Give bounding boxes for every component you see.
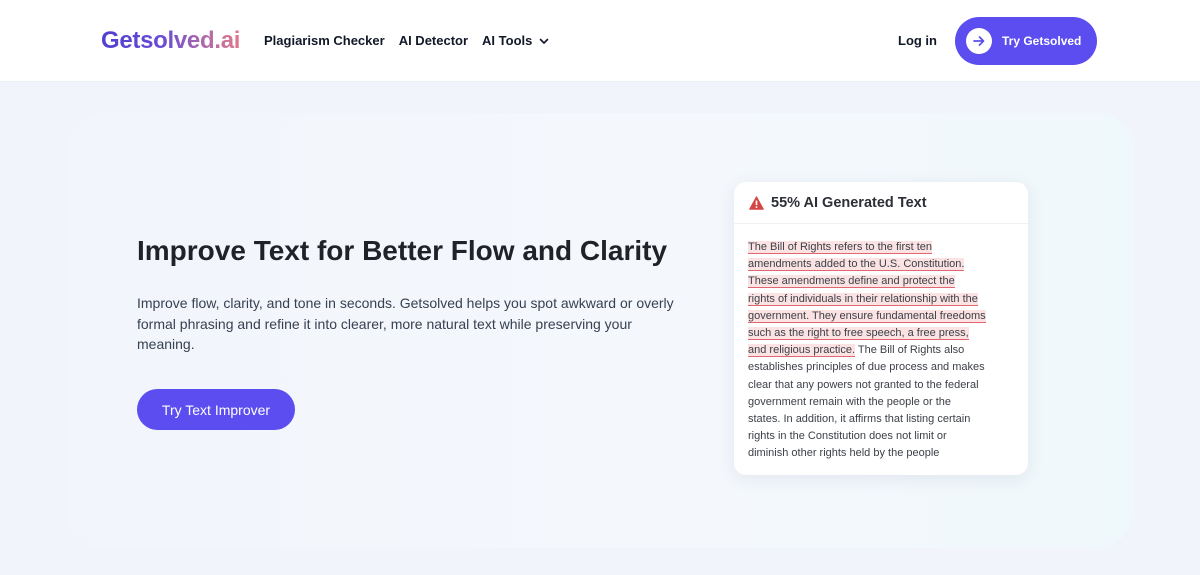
plain-text-line: establishes principles of due process an… <box>748 361 985 374</box>
login-link[interactable]: Log in <box>898 33 937 49</box>
card-header: 55% AI Generated Text <box>734 182 1028 224</box>
try-getsolved-label: Try Getsolved <box>1002 34 1082 48</box>
top-navbar: Getsolved.ai Plagiarism Checker AI Detec… <box>0 0 1200 82</box>
arrow-circle <box>966 28 992 54</box>
nav-ai-tools-dropdown[interactable]: AI Tools <box>482 33 550 49</box>
warning-icon <box>749 195 764 210</box>
chevron-down-icon <box>540 38 549 44</box>
plain-text-line: government remain with the people or the <box>748 395 952 408</box>
nav-link-ai-detector[interactable]: AI Detector <box>399 33 468 49</box>
ai-score-title: 55% AI Generated Text <box>771 194 927 211</box>
analyzed-text: The Bill of Rights refers to the first t… <box>748 239 1020 463</box>
nav-ai-tools-label: AI Tools <box>482 33 533 48</box>
try-getsolved-button[interactable]: Try Getsolved <box>955 17 1097 65</box>
plain-text-line: diminish other rights held by the people <box>748 447 940 460</box>
ai-highlight-line: The Bill of Rights refers to the first t… <box>748 241 933 254</box>
try-text-improver-button[interactable]: Try Text Improver <box>137 389 295 430</box>
nav-link-plagiarism-checker[interactable]: Plagiarism Checker <box>264 33 385 49</box>
hero-title: Improve Text for Better Flow and Clarity <box>137 235 668 266</box>
ai-detection-card: 55% AI Generated Text The Bill of Rights… <box>734 182 1028 475</box>
ai-highlight-line: These amendments define and protect the <box>748 275 955 289</box>
logo[interactable]: Getsolved.ai <box>101 27 240 55</box>
ai-highlight-line: amendments added to the U.S. Constitutio… <box>748 258 965 272</box>
nav-links: Plagiarism Checker AI Detector AI Tools <box>264 33 550 49</box>
ai-highlight-line: such as the right to free speech, a free… <box>748 327 969 341</box>
plain-text: The Bill of Rights also <box>855 344 965 357</box>
arrow-right-icon <box>973 36 985 46</box>
plain-text-line: states. In addition, it affirms that lis… <box>748 413 971 426</box>
ai-highlight-line: and religious practice. <box>748 344 856 358</box>
plain-text-line: clear that any powers not granted to the… <box>748 378 979 391</box>
hero-description: Improve flow, clarity, and tone in secon… <box>137 295 674 352</box>
ai-highlight-line: government. They ensure fundamental free… <box>748 309 986 323</box>
ai-highlight-line: rights of individuals in their relations… <box>748 292 978 306</box>
plain-text-line: rights in the Constitution does not limi… <box>748 430 947 443</box>
